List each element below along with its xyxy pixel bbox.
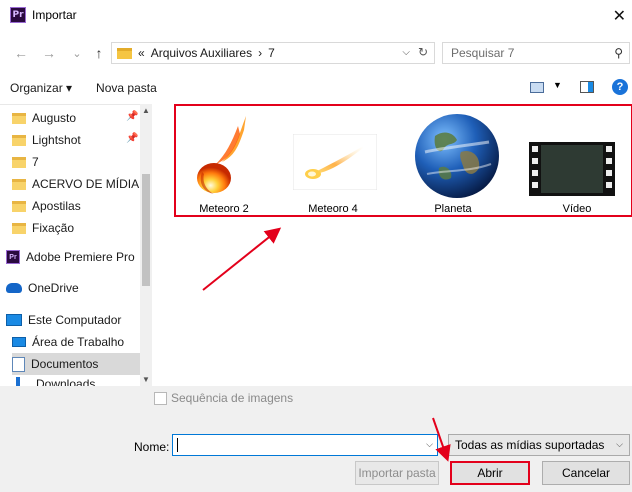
path-overflow[interactable]: « <box>138 46 145 60</box>
help-icon[interactable]: ? <box>612 79 628 95</box>
sidebar-item-label: Downloads <box>36 377 96 386</box>
image-sequence-checkbox[interactable]: Sequência de imagens <box>154 391 293 405</box>
sidebar-item-7[interactable]: 7 <box>12 151 152 173</box>
open-button[interactable]: Abrir <box>450 461 530 485</box>
close-icon[interactable]: ✕ <box>613 6 626 26</box>
preview-pane-icon[interactable] <box>580 81 594 93</box>
search-input[interactable]: Pesquisar 7 <box>451 46 514 60</box>
address-dropdown-icon[interactable]: ⌵ <box>402 47 410 58</box>
chevron-down-icon[interactable]: ⌄ <box>68 47 86 60</box>
new-folder-button[interactable]: Nova pasta <box>96 81 157 95</box>
address-bar[interactable]: « Arquivos Auxiliares › 7 ⌵ ↻ <box>111 42 435 64</box>
title-bar: Pr Importar ✕ <box>0 0 632 30</box>
sidebar-item-fixacao[interactable]: Fixação <box>12 217 152 239</box>
cancel-button[interactable]: Cancelar <box>542 461 630 485</box>
documents-icon <box>12 356 25 372</box>
text-caret <box>177 438 178 452</box>
folder-icon <box>12 112 26 124</box>
sidebar-scrollbar[interactable]: ▲ ▼ <box>140 104 152 386</box>
checkbox-icon[interactable] <box>154 391 167 405</box>
sidebar-item-label: Adobe Premiere Pro <box>26 250 135 264</box>
search-box[interactable]: Pesquisar 7 ⚲ <box>442 42 630 64</box>
address-row: ← → ⌄ ↑ « Arquivos Auxiliares › 7 ⌵ ↻ Pe… <box>0 38 632 68</box>
sidebar-item-label: Fixação <box>32 221 75 235</box>
chevron-down-icon[interactable]: ⌵ <box>426 439 433 450</box>
file-type-select[interactable]: Todas as mídias suportadas ⌵ <box>448 434 630 456</box>
sidebar-item-apostilas[interactable]: Apostilas <box>12 195 152 217</box>
sidebar-item-label: OneDrive <box>28 281 79 295</box>
sidebar-item-acervo-de-midia[interactable]: ACERVO DE MÍDIA <box>12 173 140 195</box>
sidebar-item-label: Lightshot <box>32 133 81 147</box>
breadcrumb-arquivos-auxiliares[interactable]: Arquivos Auxiliares <box>151 46 252 60</box>
folder-icon <box>12 134 26 146</box>
organize-menu[interactable]: Organizar ▾ <box>10 81 72 95</box>
sidebar-item-area-de-trabalho[interactable]: Área de Trabalho <box>12 331 140 353</box>
sidebar-item-downloads[interactable]: Downloads <box>12 377 140 386</box>
up-arrow-icon[interactable]: ↑ <box>90 45 108 61</box>
search-icon[interactable]: ⚲ <box>614 46 623 60</box>
view-options-icon[interactable] <box>530 82 544 93</box>
file-type-value: Todas as mídias suportadas <box>455 438 605 452</box>
sidebar-item-label: Este Computador <box>28 313 122 327</box>
breadcrumb-separator[interactable]: › <box>258 46 262 60</box>
breadcrumb-7[interactable]: 7 <box>268 46 275 60</box>
pin-icon[interactable]: 📌 <box>126 133 138 144</box>
desktop-icon <box>12 337 26 347</box>
folder-icon <box>117 47 132 59</box>
sidebar-item-este-computador[interactable]: Este Computador <box>6 309 140 331</box>
window-title: Importar <box>32 8 77 22</box>
pin-icon[interactable]: 📌 <box>126 111 138 122</box>
back-arrow-icon[interactable]: ← <box>12 45 30 61</box>
chevron-down-icon[interactable]: ⌵ <box>616 439 623 450</box>
filename-field[interactable]: ⌵ <box>172 434 438 456</box>
navigation-pane: Augusto 📌 Lightshot 📌 7 ACERVO DE MÍDIA … <box>0 104 152 386</box>
scroll-up-icon[interactable]: ▲ <box>142 106 150 115</box>
view-dropdown-icon[interactable]: ▼ <box>553 80 562 90</box>
filename-label: Nome: <box>134 440 170 454</box>
sidebar-item-label: Documentos <box>31 357 99 371</box>
folder-icon <box>12 156 26 168</box>
folder-icon <box>12 200 26 212</box>
sidebar-item-label: Apostilas <box>32 199 81 213</box>
checkbox-label: Sequência de imagens <box>171 391 294 405</box>
command-toolbar: Organizar ▾ Nova pasta ▼ ? <box>0 74 632 102</box>
import-folder-button[interactable]: Importar pasta <box>355 461 439 485</box>
premiere-icon: Pr <box>6 250 20 264</box>
refresh-icon[interactable]: ↻ <box>418 45 428 59</box>
sidebar-item-documentos[interactable]: Documentos <box>12 353 140 375</box>
sidebar-item-label: Augusto <box>32 111 77 125</box>
files-highlight-box <box>174 104 632 217</box>
folder-icon <box>12 222 26 234</box>
scroll-down-icon[interactable]: ▼ <box>142 375 150 384</box>
sidebar-item-adobe-premiere-pro[interactable]: Pr Adobe Premiere Pro <box>6 246 140 268</box>
premiere-app-icon: Pr <box>10 7 26 23</box>
downloads-icon <box>16 377 20 386</box>
computer-icon <box>6 314 22 326</box>
sidebar-item-label: ACERVO DE MÍDIA <box>32 177 140 191</box>
scrollbar-thumb[interactable] <box>142 174 150 286</box>
sidebar-item-label: 7 <box>32 155 39 169</box>
cloud-icon <box>6 283 22 293</box>
sidebar-item-label: Área de Trabalho <box>32 335 125 349</box>
sidebar-item-onedrive[interactable]: OneDrive <box>6 277 146 299</box>
forward-arrow-icon[interactable]: → <box>40 45 58 61</box>
folder-icon <box>12 178 26 190</box>
